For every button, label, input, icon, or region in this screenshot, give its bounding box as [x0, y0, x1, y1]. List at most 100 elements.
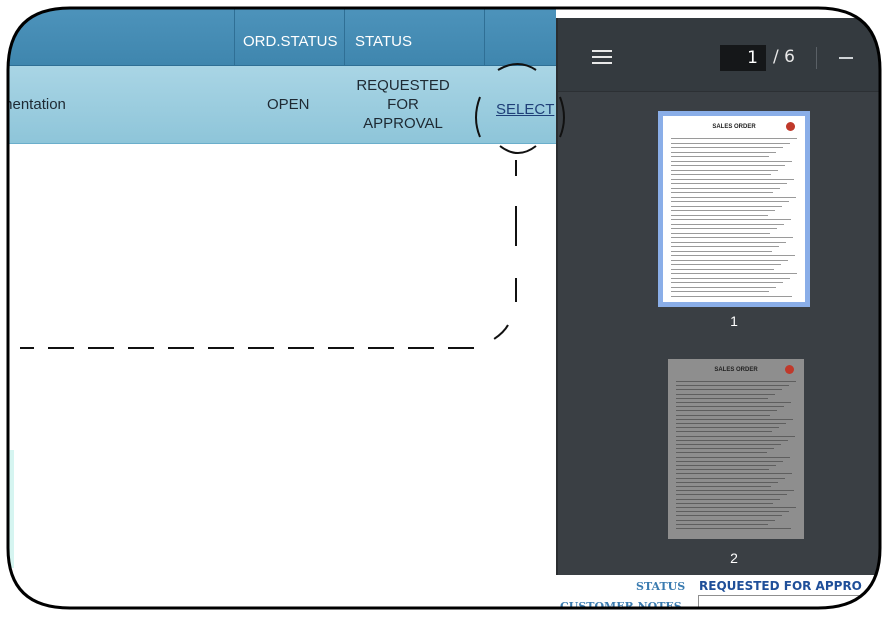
thumbnail-text-line: [676, 481, 778, 483]
thumbnail-text-line: [671, 264, 781, 265]
status-field-value: REQUESTED FOR APPRO: [699, 579, 862, 593]
thumbnail-text-line: [671, 291, 769, 292]
row-status-line: APPROVAL: [363, 115, 443, 132]
thumbnail-text-line: [671, 205, 782, 207]
thumbnail-text-line: [676, 511, 789, 513]
thumbnail-text-line: [676, 385, 789, 387]
column-header-status[interactable]: STATUS: [344, 0, 484, 66]
company-logo-icon: [786, 122, 795, 131]
thumbnail-text-line: [671, 232, 770, 234]
thumbnail-text-line: [676, 418, 793, 420]
thumbnail-number-1: 1: [730, 313, 738, 329]
page-thumbnail-2[interactable]: SALES ORDER: [668, 359, 804, 539]
thumbnail-text-line: [671, 295, 792, 297]
thumbnail-text-line: [676, 490, 794, 492]
row-status-line: REQUESTED: [356, 77, 450, 94]
thumbnail-text-line: [676, 431, 772, 433]
thumbnail-text-line: [676, 502, 773, 504]
thumbnail-text-line: [676, 381, 796, 382]
thumbnail-text-line: [676, 402, 791, 403]
thumbnail-text-line: [671, 178, 794, 180]
thumbnail-text-line: [671, 187, 780, 189]
thumbnail-text-line: [676, 465, 776, 466]
thumbnail-text-line: [676, 498, 780, 500]
thumbnail-title: SALES ORDER: [714, 367, 758, 373]
thumbnail-text-line: [676, 477, 785, 479]
thumbnail-text-line: [676, 494, 787, 496]
thumbnail-text-line: [671, 201, 789, 202]
menu-icon[interactable]: [592, 50, 612, 64]
thumbnail-text-line: [671, 183, 787, 184]
thumbnail-text-line: [676, 523, 768, 525]
row-ord-status: OPEN: [267, 96, 310, 113]
thumbnail-text-line: [671, 196, 796, 198]
thumbnail-text-line: [676, 473, 792, 475]
thumbnail-text-line: [676, 507, 796, 508]
thumbnail-text-line: [671, 142, 790, 144]
thumbnail-text-line: [676, 469, 769, 471]
thumbnail-text-line: [671, 192, 773, 193]
thumbnail-text-line: [671, 277, 790, 279]
current-page-input[interactable]: 1: [720, 45, 766, 71]
thumbnail-text-line: [676, 452, 767, 454]
customer-notes-field[interactable]: [698, 595, 888, 618]
toolbar-divider: [816, 47, 817, 69]
thumbnail-text-line: [676, 456, 790, 458]
zoom-out-icon[interactable]: [839, 57, 853, 59]
thumbnail-text-line: [671, 228, 777, 229]
customer-notes-label: CUSTOMER NOTES: [560, 600, 682, 613]
thumbnail-text-line: [676, 515, 782, 517]
thumbnail-text-line: [671, 223, 784, 225]
thumbnail-text-line: [671, 250, 772, 252]
thumbnail-text-line: [676, 444, 781, 445]
row-status: REQUESTED FOR APPROVAL: [346, 76, 460, 133]
thumbnail-text-line: [671, 214, 768, 216]
thumbnail-text-line: [671, 268, 774, 270]
thumbnail-text-line: [671, 138, 797, 139]
row-description: mentation: [0, 96, 66, 113]
page-count: / 6: [773, 47, 795, 67]
column-header-ord-status[interactable]: ORD.STATUS: [234, 0, 344, 66]
row-status-line: FOR: [387, 96, 419, 113]
table-row[interactable]: mentation OPEN REQUESTED FOR APPROVAL SE…: [0, 66, 556, 144]
thumbnail-text-line: [676, 486, 771, 487]
thumbnail-text-line: [676, 460, 783, 462]
thumbnail-text-line: [671, 165, 785, 166]
thumbnail-text-line: [676, 435, 795, 437]
thumbnail-text-line: [676, 519, 775, 521]
thumbnail-text-line: [671, 241, 786, 243]
thumbnail-text-line: [671, 147, 783, 148]
watermark-shape: [0, 450, 14, 568]
thumbnail-text-line: [671, 286, 776, 288]
thumbnail-text-line: [671, 246, 779, 247]
page-thumbnail-1[interactable]: SALES ORDER: [658, 111, 810, 307]
column-header-action: [484, 0, 556, 66]
column-header-ord-status-label: ORD.STATUS: [243, 33, 338, 50]
thumbnail-text-line: [671, 282, 783, 283]
thumbnail-text-line: [671, 160, 792, 162]
thumbnail-text-line: [671, 169, 778, 171]
thumbnail-text-line: [671, 273, 797, 274]
thumbnail-text-line: [671, 255, 795, 256]
thumbnail-text-line: [676, 389, 782, 391]
column-header-status-label: STATUS: [355, 33, 412, 50]
thumbnail-title: SALES ORDER: [712, 124, 756, 130]
thumbnail-number-2: 2: [730, 550, 738, 566]
thumbnail-text-line: [676, 410, 777, 412]
thumbnail-text-line: [676, 427, 779, 429]
thumbnail-text-line: [676, 414, 770, 416]
thumbnail-text-line: [671, 237, 793, 238]
thumbnail-text-line: [671, 174, 771, 175]
thumbnail-text-line: [676, 393, 775, 395]
select-link[interactable]: SELECT: [496, 101, 554, 118]
thumbnail-text-line: [676, 406, 784, 408]
thumbnail-text-line: [671, 259, 788, 261]
status-field-label: STATUS: [636, 580, 686, 593]
thumbnail-text-line: [671, 156, 769, 157]
thumbnail-text-line: [676, 439, 788, 441]
table-header: ORD.STATUS STATUS: [0, 0, 556, 66]
thumbnail-text-line: [676, 528, 791, 529]
pdf-viewer: 1 / 6 SALES ORDER 1 SALES ORDER 2: [556, 18, 888, 575]
thumbnail-text-line: [671, 151, 776, 153]
thumbnail-text-line: [676, 448, 774, 450]
